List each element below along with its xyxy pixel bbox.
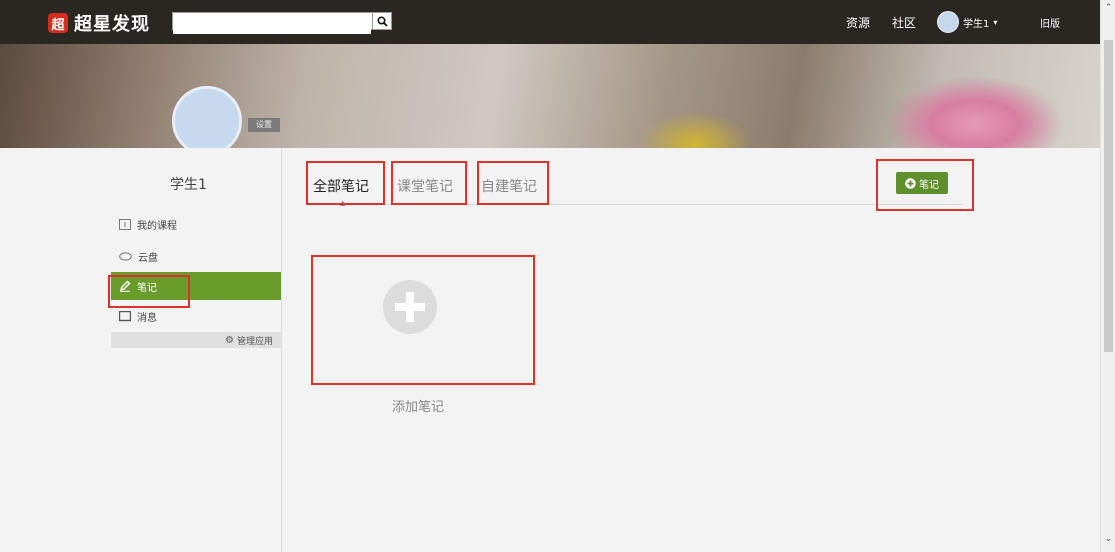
manage-apps-label: 管理应用 [236,336,273,347]
scroll-down-icon[interactable]: ⌄ [1103,534,1114,544]
sidebar-item-my-courses[interactable]: 我的课程 [111,210,281,238]
annotation-box-class-notes [391,161,467,205]
annotation-box-add-note [311,255,535,385]
profile-username: 学生1 [170,177,207,193]
logo-icon: 超 [48,13,68,33]
add-note-label: 添加笔记 [392,400,445,415]
sidebar-item-label: 消息 [137,312,157,324]
logo[interactable]: 超 超星发现 [48,10,150,36]
annotation-box-new-note [876,159,974,211]
nav-resources-link[interactable]: 资源 [846,14,870,31]
scrollbar-thumb[interactable] [1104,40,1113,352]
search-icon [376,15,388,27]
annotation-box-self-notes [477,161,549,205]
sidebar-item-cloud-drive[interactable]: 云盘 [111,242,281,270]
nav-community-link[interactable]: 社区 [892,14,916,31]
manage-apps-button[interactable]: ⚙ 管理应用 [111,332,281,348]
search-input[interactable] [173,17,371,34]
search-button[interactable] [372,13,391,29]
user-avatar [937,11,959,33]
settings-button[interactable]: 设置 [248,118,280,132]
cloud-icon [119,252,132,261]
course-icon [119,218,131,230]
logo-text: 超星发现 [74,14,150,35]
sidebar: 学生1 我的课程 云盘 笔记 消息 ⚙ 管理应用 [0,148,282,552]
search-box [172,12,392,34]
sidebar-item-label: 我的课程 [137,220,177,232]
user-menu[interactable]: 学生1 ▾ [937,11,997,33]
profile-avatar[interactable] [172,86,242,156]
gear-icon: ⚙ [225,334,234,346]
page-scrollbar[interactable]: ⌃ ⌄ [1100,0,1115,552]
annotation-box-all-notes [306,161,385,205]
old-version-link[interactable]: 旧版 [1040,15,1060,30]
profile-banner [0,44,1100,148]
message-icon [119,310,131,321]
user-name: 学生1 [963,18,990,30]
chevron-down-icon: ▾ [993,17,998,27]
annotation-box-notes-menu [108,275,190,308]
top-navigation-bar: 超 超星发现 资源 社区 学生1 ▾ 旧版 [0,0,1100,44]
scroll-up-icon[interactable]: ⌃ [1103,3,1114,13]
sidebar-item-label: 云盘 [138,252,158,264]
